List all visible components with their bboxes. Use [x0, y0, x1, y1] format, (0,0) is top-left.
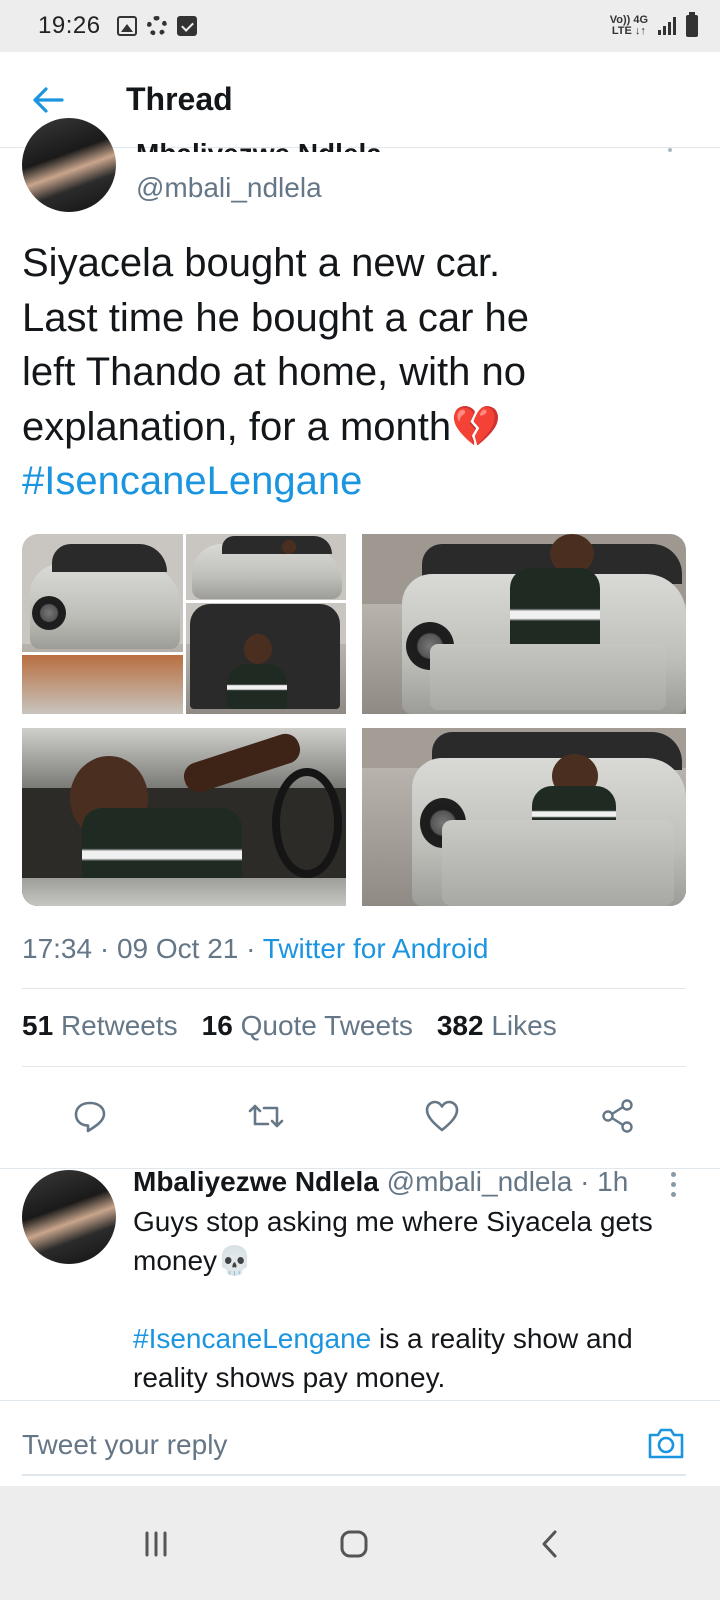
- avatar[interactable]: [22, 1170, 116, 1264]
- reply-line: reality shows pay money.: [133, 1362, 446, 1393]
- photo-3[interactable]: [22, 728, 346, 906]
- divider: [22, 988, 686, 989]
- gear-icon: [146, 16, 167, 36]
- recent-apps-icon: [145, 1531, 167, 1557]
- quotes-count: 16: [201, 1010, 233, 1041]
- more-options-icon[interactable]: [668, 148, 672, 152]
- like-button[interactable]: [414, 1088, 470, 1144]
- reply-line: Guys stop asking me where Siyacela gets: [133, 1206, 653, 1237]
- tweet-line: explanation, for a month💔: [22, 404, 501, 449]
- battery-icon: [686, 12, 698, 37]
- heart-icon: [425, 1100, 459, 1132]
- home-icon: [340, 1530, 368, 1558]
- quotes-label: Quote Tweets: [240, 1010, 413, 1041]
- divider: [22, 1066, 686, 1067]
- status-left-icons: [116, 16, 197, 36]
- reply-input[interactable]: Tweet your reply: [22, 1429, 227, 1461]
- photo-1[interactable]: [22, 534, 346, 714]
- hashtag-link[interactable]: #IsencaneLengane: [133, 1323, 371, 1354]
- page-title: Thread: [126, 81, 233, 117]
- likes-stat[interactable]: 382 Likes: [437, 1010, 557, 1042]
- likes-label: Likes: [491, 1010, 557, 1041]
- more-options-icon[interactable]: [671, 1172, 676, 1197]
- meta-separator: ·: [92, 933, 117, 964]
- reply-icon: [74, 1101, 106, 1133]
- retweets-label: Retweets: [60, 1010, 178, 1041]
- reply-author-handle[interactable]: @mbali_ndlela: [387, 1166, 573, 1197]
- network-bottom-text: LTE ↓↑: [611, 25, 646, 37]
- tweet-time: 17:34: [22, 933, 93, 964]
- network-indicator: Vo)) 4G LTE ↓↑: [610, 15, 648, 37]
- tweet-date: 09 Oct 21: [116, 933, 239, 964]
- status-bar: 19:26 Vo)) 4G LTE ↓↑: [0, 0, 720, 52]
- photo-2[interactable]: [362, 534, 686, 714]
- retweet-icon: [248, 1104, 284, 1128]
- reply-line-rest: is a reality show and: [371, 1323, 633, 1354]
- tweet-source-link[interactable]: Twitter for Android: [263, 933, 489, 964]
- author-handle[interactable]: @mbali_ndlela: [136, 172, 322, 204]
- tweet-text: Siyacela bought a new car. Last time he …: [22, 236, 702, 509]
- system-nav-bar: [0, 1486, 720, 1600]
- recent-apps-button[interactable]: [126, 1514, 186, 1574]
- likes-count: 382: [436, 1010, 484, 1041]
- share-icon: [602, 1099, 633, 1133]
- tweet-line: Last time he bought a car he: [22, 295, 529, 340]
- author-name[interactable]: Mbaliyezwe Ndlela: [136, 132, 382, 152]
- reply-header: Mbaliyezwe Ndlela @mbali_ndlela · 1h: [133, 1166, 628, 1198]
- image-icon: [116, 16, 137, 36]
- retweet-button[interactable]: [238, 1088, 294, 1144]
- check-icon: [176, 16, 197, 36]
- reply-line: #IsencaneLengane is a reality show and: [133, 1319, 693, 1358]
- chevron-left-icon: [542, 1530, 557, 1558]
- reply-composer[interactable]: Tweet your reply: [0, 1400, 720, 1486]
- arrow-left-icon: [33, 86, 64, 113]
- tweet-line: Siyacela bought a new car.: [22, 241, 501, 285]
- share-button[interactable]: [590, 1088, 646, 1144]
- tweet-actions: [0, 1088, 720, 1146]
- camera-button[interactable]: [646, 1423, 686, 1463]
- hashtag-link[interactable]: #IsencaneLengane: [22, 454, 702, 509]
- tweet-stats: 51 Retweets 16 Quote Tweets 382 Likes: [22, 1010, 557, 1042]
- reply-time: · 1h: [580, 1166, 629, 1197]
- quote-tweets-stat[interactable]: 16 Quote Tweets: [202, 1010, 413, 1042]
- retweets-stat[interactable]: 51 Retweets: [22, 1010, 178, 1042]
- home-button[interactable]: [324, 1514, 384, 1574]
- reply-line: money💀: [133, 1245, 252, 1276]
- tweet-meta: 17:34 · 09 Oct 21 · Twitter for Android: [22, 933, 488, 965]
- reply-button[interactable]: [62, 1088, 118, 1144]
- retweets-count: 51: [22, 1010, 54, 1041]
- reply-author-name[interactable]: Mbaliyezwe Ndlela: [133, 1166, 379, 1197]
- media-grid: [22, 534, 686, 906]
- photo-4[interactable]: [362, 728, 686, 906]
- status-right-icons: Vo)) 4G LTE ↓↑: [610, 12, 698, 37]
- signal-icon: [658, 17, 676, 35]
- meta-separator: ·: [238, 933, 263, 964]
- camera-icon: [648, 1428, 684, 1459]
- avatar[interactable]: [22, 118, 116, 212]
- system-back-button[interactable]: [520, 1514, 580, 1574]
- author-row[interactable]: Mbaliyezwe Ndlela @mbali_ndlela: [0, 118, 720, 220]
- focused-tweet: Mbaliyezwe Ndlela @mbali_ndlela Siyacela…: [0, 118, 720, 1169]
- tweet-line: left Thando at home, with no: [22, 350, 527, 394]
- input-underline: [22, 1474, 686, 1476]
- status-time: 19:26: [38, 12, 101, 39]
- reply-text: Guys stop asking me where Siyacela gets …: [133, 1202, 693, 1397]
